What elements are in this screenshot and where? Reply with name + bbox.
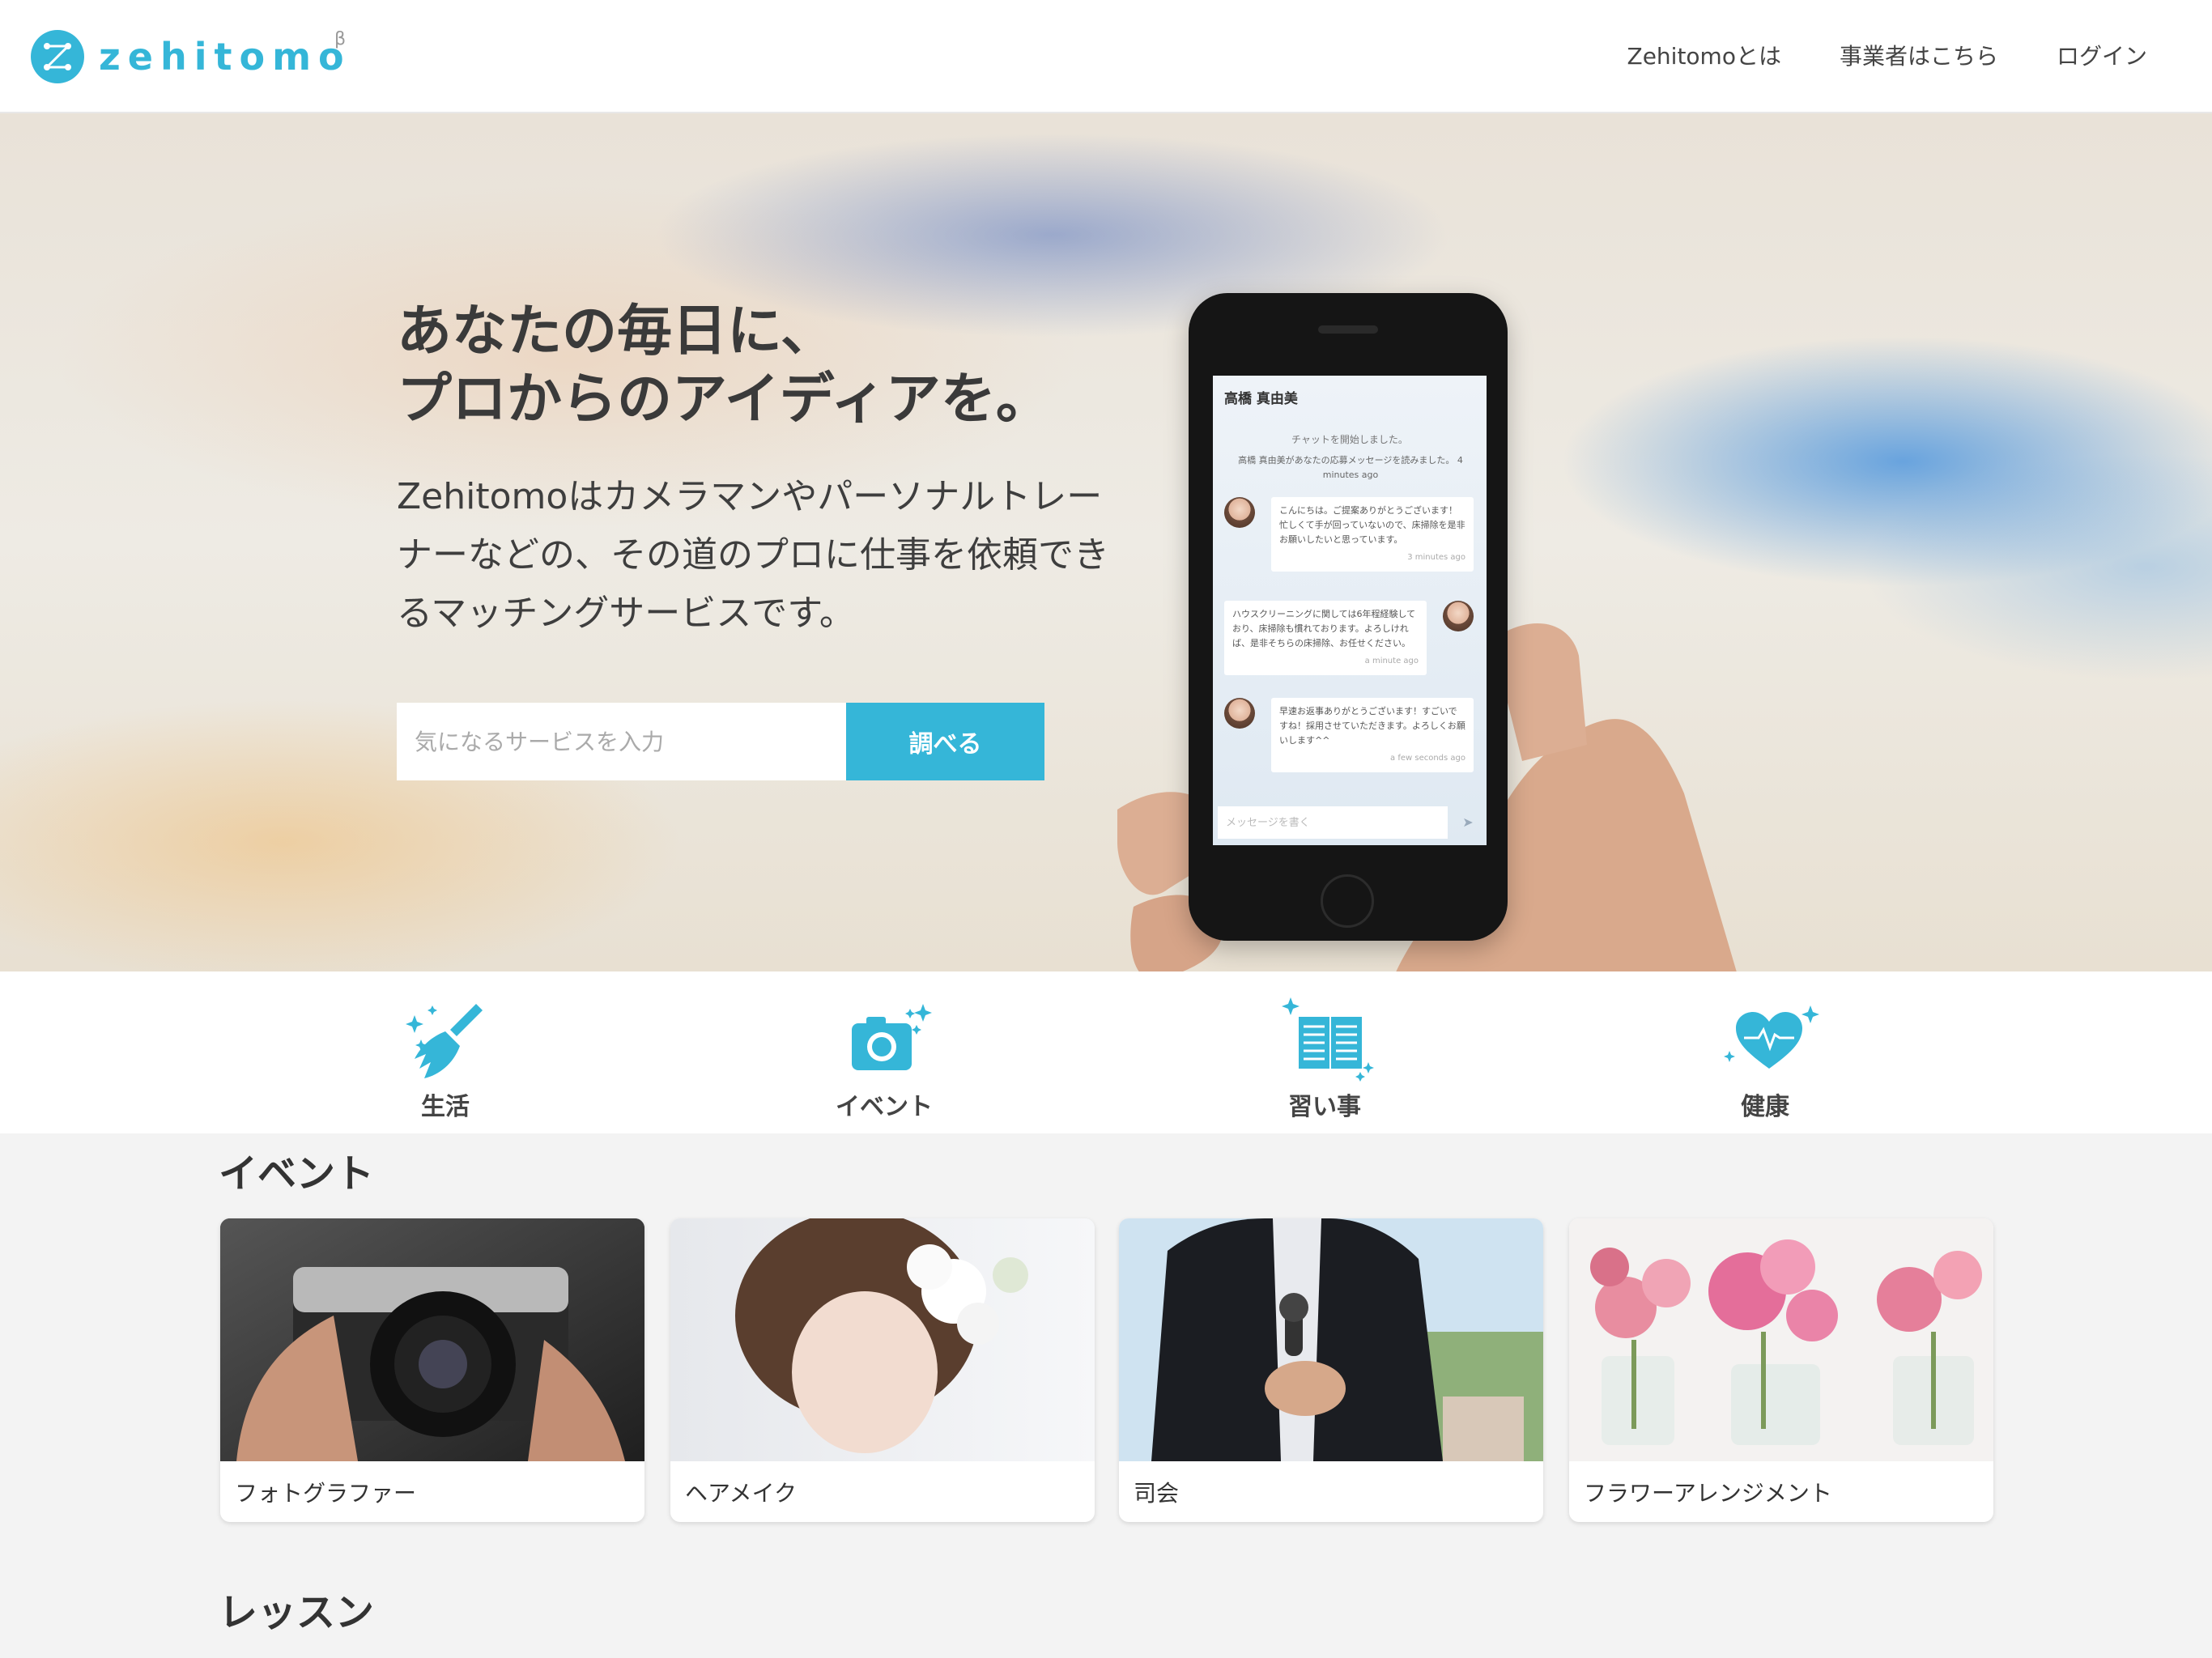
events-section-title: イベント xyxy=(219,1151,375,1197)
category-label: イベント xyxy=(836,1093,933,1121)
chat-bubble: ハウスクリーニングに関しては6年程経験しており、床掃除も慣れております。よろしけ… xyxy=(1224,601,1427,675)
chat-bubble-time: a few seconds ago xyxy=(1390,754,1465,763)
phone-screen: 高橋 真由美 チャットを開始しました。 高橋 真由美があなたの応募メッセージを読… xyxy=(1213,376,1487,845)
category-lessons[interactable]: 習い事 xyxy=(1203,971,1446,1133)
camera-icon xyxy=(852,1004,932,1070)
flower-arrangement-image xyxy=(1569,1218,1993,1461)
card-label: フォトグラファー xyxy=(235,1480,417,1507)
chat-bubble-text: 早速お返事ありがとうございます！すごいですね！採用させていただきます。よろしくお… xyxy=(1279,706,1465,746)
heart-pulse-icon xyxy=(1724,1005,1819,1069)
nav-login-link[interactable]: ログイン xyxy=(2057,39,2147,71)
card-label: フラワーアレンジメント xyxy=(1584,1480,1832,1507)
chat-bubble-time: 3 minutes ago xyxy=(1407,553,1465,562)
chat-system-message: チャットを開始しました。 xyxy=(1291,434,1408,445)
avatar xyxy=(1224,698,1255,729)
lessons-section-title: レッスン xyxy=(219,1590,375,1635)
category-bar: 生活 イベント 習い事 健康 xyxy=(0,971,2212,1133)
category-event[interactable]: イベント xyxy=(763,971,1006,1133)
chat-bubble: 早速お返事ありがとうございます！すごいですね！採用させていただきます。よろしくお… xyxy=(1271,698,1474,772)
hero-title: あなたの毎日に、 プロからのアイディアを。 xyxy=(397,300,1051,432)
send-icon[interactable]: ➤ xyxy=(1454,808,1482,837)
category-label: 習い事 xyxy=(1288,1093,1361,1121)
mc-image xyxy=(1119,1218,1543,1461)
service-search-input[interactable] xyxy=(397,703,846,780)
avatar xyxy=(1443,601,1474,631)
photographer-image xyxy=(220,1218,644,1461)
phone-speaker xyxy=(1318,325,1378,334)
event-card-flower[interactable]: フラワーアレンジメント xyxy=(1569,1218,1993,1522)
category-label: 生活 xyxy=(421,1093,470,1121)
search-button[interactable]: 調べる xyxy=(846,703,1044,780)
top-nav: Zehitomoとは 事業者はこちら ログイン xyxy=(1569,0,2147,110)
chat-message-input[interactable] xyxy=(1218,806,1448,839)
nav-about-link[interactable]: Zehitomoとは xyxy=(1627,39,1781,71)
chat-contact-name: 高橋 真由美 xyxy=(1224,391,1298,407)
logo-text: zehitomo xyxy=(99,35,351,79)
chat-bubble: こんにちは。ご提案ありがとうございます！忙しくて手が回っていないので、床掃除を是… xyxy=(1271,497,1474,572)
top-header: zehitomo β Zehitomoとは 事業者はこちら ログイン xyxy=(0,0,2212,113)
logo-beta: β xyxy=(334,29,347,49)
event-card-photographer[interactable]: フォトグラファー xyxy=(220,1218,644,1522)
category-label: 健康 xyxy=(1741,1093,1789,1121)
hero-subtitle: Zehitomoはカメラマンやパーソナルトレーナーなどの、その道のプロに仕事を依… xyxy=(397,476,1109,634)
chat-read-notice: 高橋 真由美があなたの応募メッセージを読みました。 4 minutes ago xyxy=(1238,455,1463,480)
event-card-mc[interactable]: 司会 xyxy=(1119,1218,1543,1522)
category-life[interactable]: 生活 xyxy=(324,971,567,1133)
phone-home-button xyxy=(1321,874,1374,928)
hair-makeup-image xyxy=(670,1218,1095,1461)
phone-mockup: 高橋 真由美 チャットを開始しました。 高橋 真由美があなたの応募メッセージを読… xyxy=(1189,293,1508,941)
chat-bubble-text: こんにちは。ご提案ありがとうございます！忙しくて手が回っていないので、床掃除を是… xyxy=(1279,505,1465,545)
book-icon xyxy=(1282,997,1374,1082)
logo-icon xyxy=(31,30,84,83)
event-card-hairmake[interactable]: ヘアメイク xyxy=(670,1218,1095,1522)
card-label: ヘアメイク xyxy=(685,1480,798,1507)
nav-business-link[interactable]: 事業者はこちら xyxy=(1840,39,1998,71)
chat-bubble-time: a minute ago xyxy=(1364,657,1419,665)
logo[interactable]: zehitomo β xyxy=(31,29,351,84)
category-health[interactable]: 健康 xyxy=(1644,971,1887,1133)
avatar xyxy=(1224,497,1255,528)
hero-section: あなたの毎日に、 プロからのアイディアを。 Zehitomoはカメラマンやパーソ… xyxy=(0,113,2212,971)
broom-icon xyxy=(406,1004,483,1078)
card-label: 司会 xyxy=(1134,1480,1180,1507)
chat-bubble-text: ハウスクリーニングに関しては6年程経験しており、床掃除も慣れております。よろしけ… xyxy=(1232,609,1416,648)
